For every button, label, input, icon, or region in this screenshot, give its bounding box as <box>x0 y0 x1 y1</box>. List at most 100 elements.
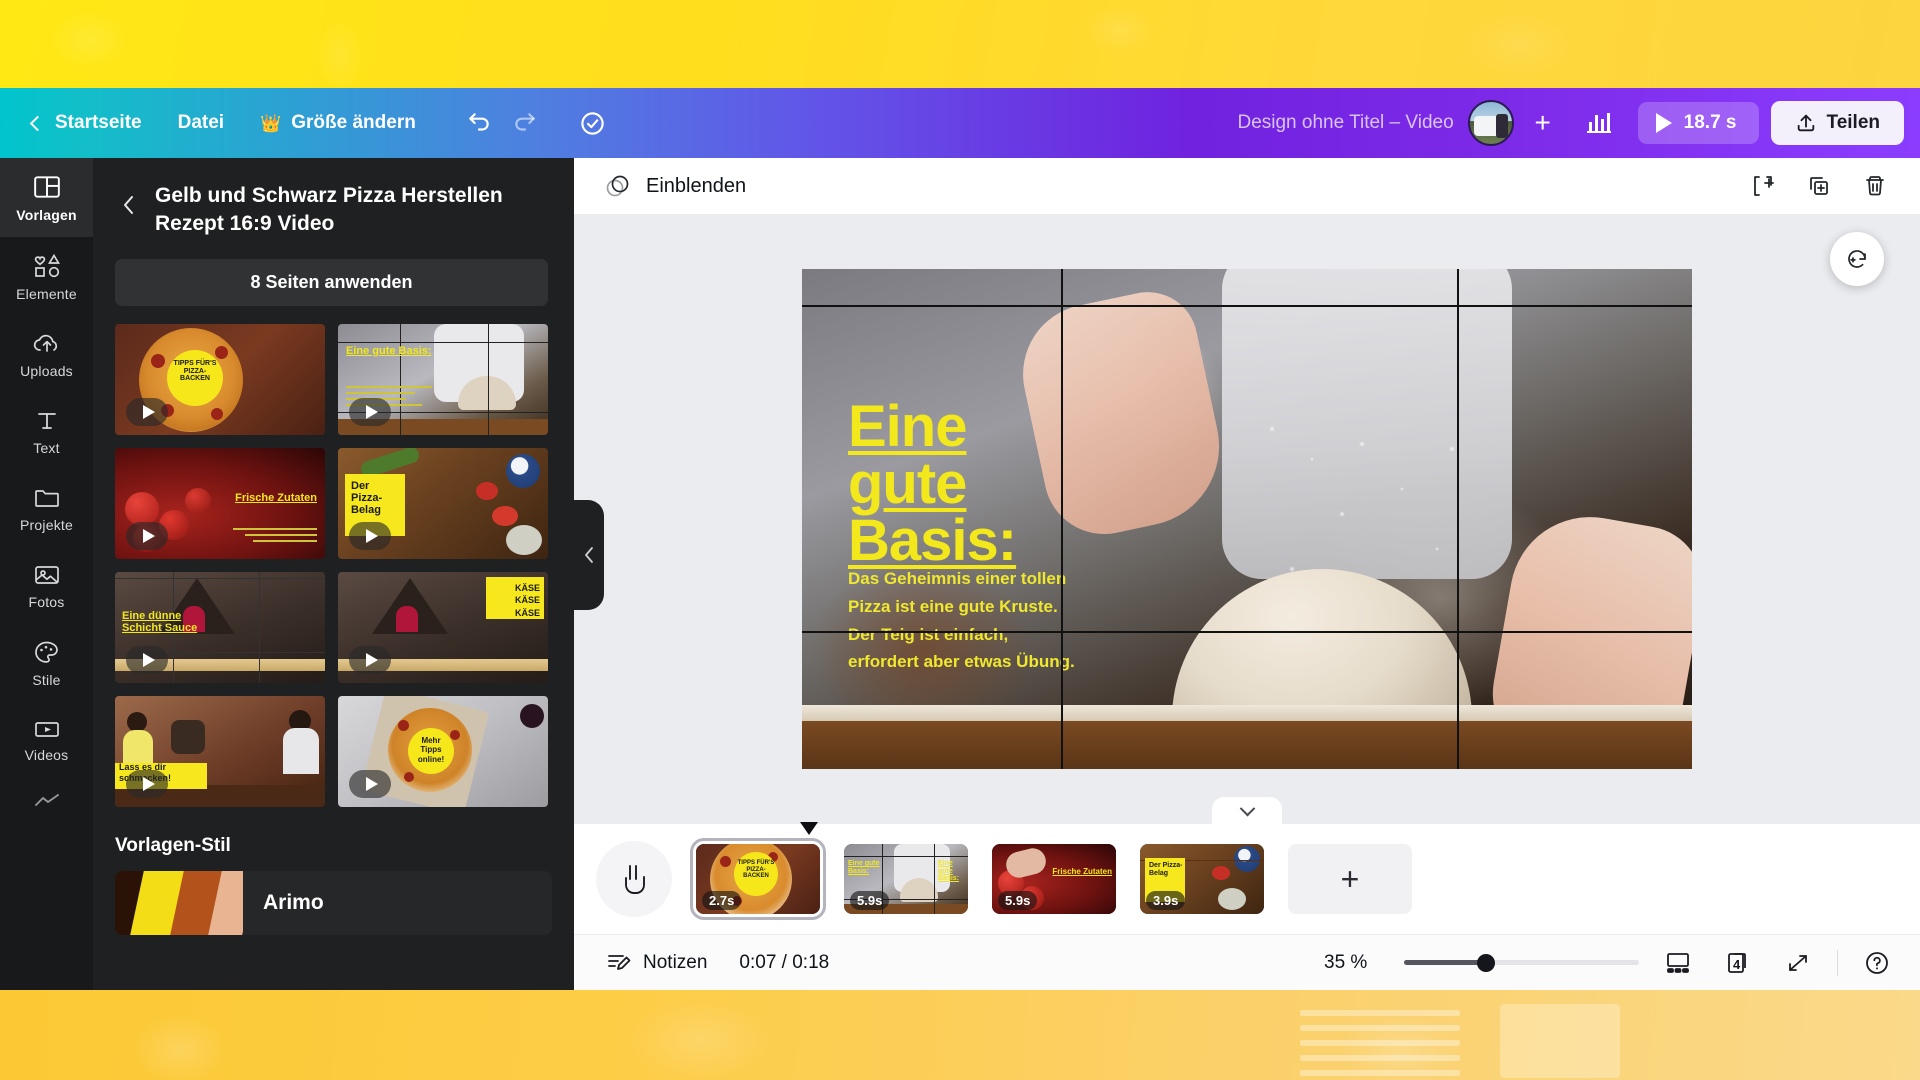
template-thumbnail[interactable]: Frische Zutaten <box>115 447 325 559</box>
editor-toolbar: Einblenden <box>574 158 1920 214</box>
video-canvas[interactable]: Eine gute Basis: Das Geheimnis einer tol… <box>802 269 1692 769</box>
page-count-button[interactable]: 4 <box>1717 942 1759 984</box>
canvas-body-line: Pizza ist eine gute Kruste. <box>848 597 1058 617</box>
sidebar-item-stile[interactable]: Stile <box>0 624 93 702</box>
add-page-timeline-button[interactable]: + <box>1288 844 1412 914</box>
template-play-icon[interactable] <box>126 645 168 674</box>
canvas-body-block: Das Geheimnis einer tollen Pizza ist ein… <box>848 565 1168 675</box>
canvas-body-line: erfordert aber etwas Übung. <box>848 652 1075 672</box>
template-thumbnail[interactable]: KÄSE KÄSE KÄSE <box>338 571 548 683</box>
pan-tool-button[interactable] <box>596 841 672 917</box>
add-collaborator-button[interactable]: + <box>1526 106 1560 140</box>
template-thumbnail[interactable]: TIPPS FÜR'S PIZZA-BACKEN <box>115 323 325 435</box>
clip-duration: 2.7s <box>702 891 742 910</box>
video-duration: 18.7 s <box>1683 112 1737 133</box>
template-play-icon[interactable] <box>349 397 391 426</box>
collapse-panel-button[interactable] <box>574 500 604 610</box>
folder-icon <box>34 490 59 507</box>
sidebar-item-label: Elemente <box>16 286 77 302</box>
template-play-icon[interactable] <box>349 645 391 674</box>
fullscreen-button[interactable] <box>1777 942 1819 984</box>
duplicate-page-button[interactable] <box>1798 165 1840 207</box>
templates-back-button[interactable] <box>115 188 141 222</box>
page-transition-button[interactable]: Einblenden <box>592 165 758 207</box>
insights-button[interactable] <box>1572 101 1626 145</box>
notes-button[interactable]: Notizen <box>592 943 721 983</box>
sidebar-item-fotos[interactable]: Fotos <box>0 547 93 624</box>
grid-view-button[interactable] <box>1657 942 1699 984</box>
redo-button[interactable] <box>502 100 548 146</box>
decorative-lines <box>1300 1010 1460 1080</box>
home-label: Startseite <box>55 112 142 133</box>
canvas-body-line: Das Geheimnis einer tollen <box>848 569 1067 589</box>
sidebar-item-uploads[interactable]: Uploads <box>0 316 93 393</box>
template-caption: Der Pizza-Belag <box>351 479 383 517</box>
template-thumbnail[interactable]: Mehr Tipps online! <box>338 695 548 807</box>
zoom-slider-knob[interactable] <box>1477 953 1496 972</box>
template-thumbnail[interactable]: Der Pizza-Belag <box>338 447 548 559</box>
template-thumbnail[interactable]: Eine gute Basis: <box>338 323 548 435</box>
help-button[interactable] <box>1856 942 1898 984</box>
undo-button[interactable] <box>456 100 502 146</box>
apply-pages-button[interactable]: 8 Seiten anwenden <box>115 258 548 306</box>
delete-page-button[interactable] <box>1854 165 1896 207</box>
undo-icon <box>469 113 489 131</box>
hand-icon <box>625 865 645 894</box>
canvas-text-block[interactable]: Eine gute Basis: Das Geheimnis einer tol… <box>848 394 1168 676</box>
resize-label: Größe ändern <box>291 112 416 133</box>
sidebar-item-elemente[interactable]: Elemente <box>0 237 93 316</box>
templates-panel-title: Gelb und Schwarz Pizza Herstellen Rezept… <box>155 184 503 236</box>
clip-caption: Frische Zutaten <box>1052 867 1112 876</box>
guide-line-vertical <box>1457 269 1459 769</box>
timeline-clip[interactable]: Der Pizza-Belag 3.9s <box>1140 844 1264 914</box>
sidebar-item-videos[interactable]: Videos <box>0 702 93 777</box>
text-icon <box>37 413 56 429</box>
template-play-icon[interactable] <box>349 521 391 550</box>
left-tool-rail: Vorlagen Elemente Uploads Text Projekte … <box>0 158 93 990</box>
preview-play-button[interactable]: 18.7 s <box>1637 102 1759 144</box>
template-play-icon[interactable] <box>126 769 168 798</box>
status-divider <box>1837 949 1838 976</box>
template-style-card[interactable]: Arimo <box>115 870 552 935</box>
sidebar-item-text[interactable]: Text <box>0 393 93 470</box>
document-title-input[interactable]: Design ohne Titel – Video <box>1223 104 1467 142</box>
template-thumbnail[interactable]: Eine dünne Schicht Sauce <box>115 571 325 683</box>
add-page-button[interactable] <box>1742 165 1784 207</box>
share-label: Teilen <box>1826 112 1881 133</box>
share-button[interactable]: Teilen <box>1770 101 1904 145</box>
cloud-saved-button[interactable] <box>570 100 616 146</box>
timeline-clip[interactable]: TIPPS FÜR'S PIZZA-BACKEN 2.7s <box>690 838 826 920</box>
template-play-icon[interactable] <box>126 521 168 550</box>
timeline-playhead[interactable] <box>800 822 818 835</box>
template-play-icon[interactable] <box>126 397 168 426</box>
notes-label: Notizen <box>643 951 708 973</box>
home-button[interactable]: Startseite <box>14 104 160 142</box>
collapse-timeline-button[interactable] <box>1212 797 1282 825</box>
sidebar-item-projekte[interactable]: Projekte <box>0 470 93 547</box>
clip-duration: 3.9s <box>1146 891 1186 910</box>
editor-area: Einblenden Eine gute Basis: Das Geheimni… <box>574 158 1920 990</box>
expand-icon <box>1789 954 1807 971</box>
pages-stack-icon <box>606 175 629 197</box>
status-bar-left: Notizen 0:07 / 0:18 <box>592 943 829 983</box>
timecode: 0:07 / 0:18 <box>739 951 830 973</box>
template-thumbnail[interactable]: Lass es dir schmecken! <box>115 695 325 807</box>
template-play-icon[interactable] <box>349 769 391 798</box>
avatar[interactable] <box>1467 100 1514 146</box>
crown-icon: 👑 <box>260 113 282 133</box>
timeline-clip[interactable]: Eine gute Basis: Eine gute Basis: 5.9s <box>844 844 968 914</box>
file-menu-button[interactable]: Datei <box>160 104 242 142</box>
palette-icon <box>35 641 58 663</box>
notes-icon <box>608 954 631 970</box>
sidebar-item-vorlagen[interactable]: Vorlagen <box>0 158 93 237</box>
canvas-heading-line: Eine <box>848 394 968 459</box>
editor-toolbar-right <box>1742 165 1896 207</box>
magic-animate-button[interactable] <box>1830 232 1884 286</box>
sidebar-item-more[interactable] <box>0 777 93 823</box>
template-caption: Eine dünne Schicht Sauce <box>122 609 198 634</box>
timeline-clip[interactable]: Frische Zutaten 5.9s <box>992 844 1116 914</box>
resize-button[interactable]: 👑 Größe ändern <box>242 104 434 142</box>
canvas-heading-line: Basis: <box>848 507 1017 573</box>
video-icon <box>34 722 59 737</box>
zoom-slider[interactable] <box>1404 953 1639 972</box>
